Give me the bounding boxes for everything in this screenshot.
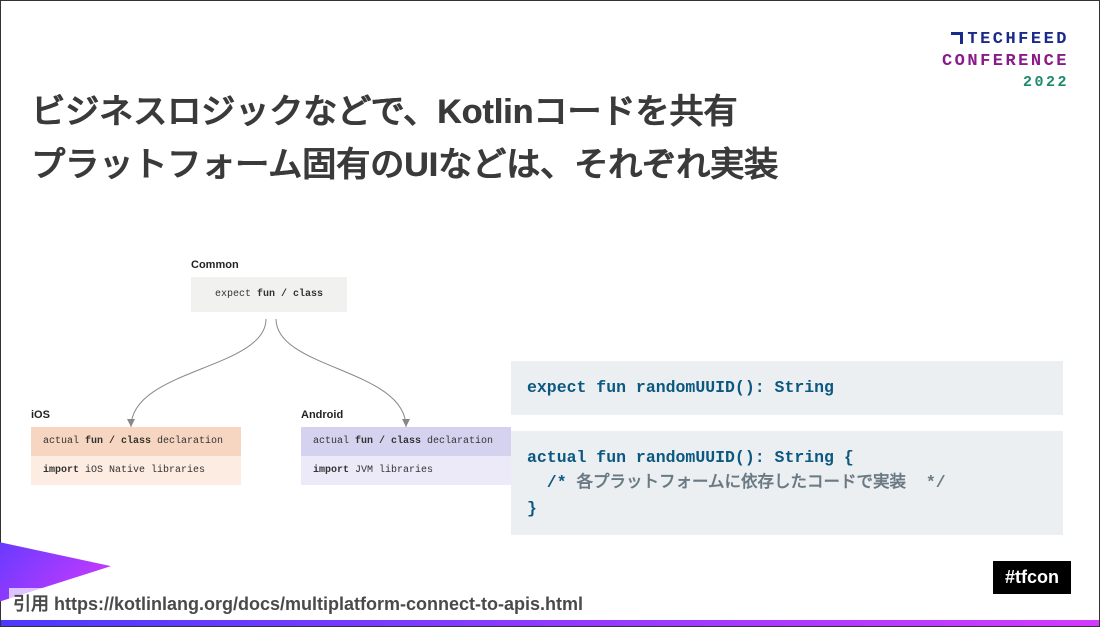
brand-logo: TECHFEED CONFERENCE 2022 bbox=[942, 29, 1069, 93]
ios-stack: actual fun / class declaration import iO… bbox=[31, 427, 241, 485]
common-label: Common bbox=[191, 259, 239, 271]
ios-import-box: import iOS Native libraries bbox=[31, 456, 241, 485]
android-actual-box: actual fun / class declaration bbox=[301, 427, 511, 456]
android-import-box: import JVM libraries bbox=[301, 456, 511, 485]
title-line1: ビジネスロジックなどで、Kotlinコードを共有 bbox=[31, 86, 778, 139]
actual-code-block: actual fun randomUUID(): String { /* 各プラ… bbox=[511, 431, 1063, 536]
common-box-text: expect expect fun / classfun / class bbox=[215, 289, 323, 300]
diagram-arrows bbox=[31, 309, 506, 429]
citation-text: 引用 https://kotlinlang.org/docs/multiplat… bbox=[9, 588, 587, 618]
ios-actual-box: actual fun / class declaration bbox=[31, 427, 241, 456]
brand-line1: TECHFEED bbox=[967, 30, 1069, 49]
title-line2: プラットフォーム固有のUIなどは、それぞれ実装 bbox=[31, 139, 778, 192]
bottom-accent-bar bbox=[1, 620, 1099, 626]
brand-year: 2022 bbox=[942, 73, 1069, 93]
expect-code-block: expect fun randomUUID(): String bbox=[511, 361, 1063, 415]
code-column: expect fun randomUUID(): String actual f… bbox=[511, 361, 1063, 551]
hashtag-badge: #tfcon bbox=[993, 561, 1071, 594]
brand-line2: CONFERENCE bbox=[942, 51, 1069, 73]
common-box: expect expect fun / classfun / class bbox=[191, 277, 347, 312]
android-label: Android bbox=[301, 409, 343, 421]
slide-title: ビジネスロジックなどで、Kotlinコードを共有 プラットフォーム固有のUIなど… bbox=[31, 86, 778, 191]
ios-label: iOS bbox=[31, 409, 50, 421]
brand-mark-icon bbox=[951, 32, 963, 44]
android-stack: actual fun / class declaration import JV… bbox=[301, 427, 511, 485]
kmp-diagram: Common expect expect fun / classfun / cl… bbox=[31, 259, 506, 559]
